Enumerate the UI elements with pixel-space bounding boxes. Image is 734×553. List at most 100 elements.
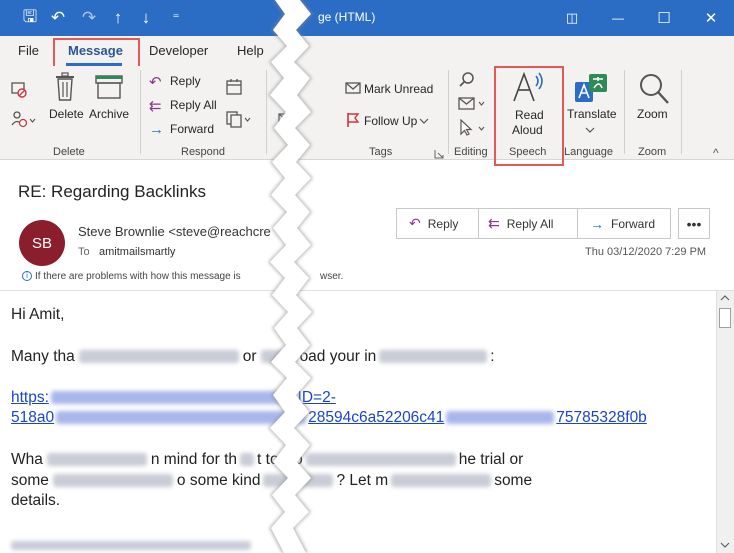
link-line-2[interactable]: 518a0 28594c6a52206c41 75785328f0b [11,409,647,427]
body-text-fragment: or [242,348,257,365]
avatar[interactable]: SB [19,220,65,266]
redo-icon[interactable]: ↷ [77,6,101,30]
up-arrow-icon[interactable]: ↑ [106,6,130,30]
tab-file[interactable]: File [18,43,39,58]
restore-ribbon-icon[interactable]: ◫ [549,0,595,36]
minimize-icon[interactable]: — [595,0,641,36]
reply-action-button[interactable]: ↶ Reply [409,209,458,238]
zoom-group-label: Zoom [638,146,667,158]
follow-up-flag-icon[interactable] [345,112,361,128]
body-para-line-1: Wha n mind for th t to wo he trial or [11,451,523,469]
zoom-button[interactable]: Zoom [637,107,668,121]
follow-up-button[interactable]: Follow Up [364,114,417,128]
link-fragment[interactable]: https: [11,389,49,406]
redacted-text [11,541,251,551]
body-text-fragment: Wha [11,451,43,468]
tags-group-label: Tags [369,146,393,158]
maximize-icon[interactable]: ☐ [641,0,687,36]
group-separator [448,70,449,154]
body-text-fragment: he trial or [458,451,524,468]
body-line-2: Many tha or oad your in: [11,348,495,366]
more-respond-icon[interactable] [225,110,253,128]
translate-icon[interactable] [575,72,607,104]
title-bar: 🖫 ↶ ↷ ↑ ↓ ⁼ ge (HTML) ◫ — ☐ ✕ [0,0,734,36]
find-icon[interactable] [458,71,476,89]
language-group-label: Language [564,146,613,158]
quick-steps-icon[interactable] [278,113,292,125]
save-icon[interactable]: 🖫 [18,6,42,30]
down-arrow-icon[interactable]: ↓ [134,6,158,30]
mark-unread-button[interactable]: Mark Unread [364,82,433,96]
collapse-ribbon-icon[interactable]: ^ [713,146,719,160]
redacted-text [78,350,239,364]
body-text-fragment: t to wo [257,451,303,468]
scroll-thumb[interactable] [719,308,731,328]
reply-all-action-button[interactable]: ⇇ Reply All [488,209,553,238]
chevron-down-icon [585,127,595,133]
window-title: ge (HTML) [318,10,376,24]
group-separator [624,70,625,154]
link-line-1[interactable]: https: eID=2- [11,389,336,407]
reply-action-label: Reply [427,216,459,231]
speech-group-highlight [494,66,564,166]
to-label: To [78,246,90,258]
archive-icon[interactable] [95,74,123,100]
scroll-down-icon[interactable] [720,541,730,549]
reply-all-button[interactable]: Reply All [170,98,217,112]
redacted-link [446,411,555,425]
forward-button[interactable]: Forward [170,122,214,136]
reply-all-icon: ⇇ [488,215,500,231]
reply-button[interactable]: Reply [170,74,201,88]
body-para-line-2: some o some kind ? Let m some [11,472,532,490]
more-actions-button[interactable]: ••• [678,208,710,239]
translate-button[interactable]: Translate [567,107,617,121]
body-text-fragment: n mind for th [150,451,238,468]
body-text-fragment: Many tha [11,348,75,365]
tab-help[interactable]: Help [237,43,264,58]
scroll-up-icon[interactable] [720,294,730,302]
message-subject: RE: Regarding Backlinks [18,182,207,201]
archive-button[interactable]: Archive [89,107,129,121]
message-actions: ↶ Reply ⇇ Reply All → Forward [396,208,671,239]
related-icon[interactable] [458,96,488,112]
delete-group-label: Delete [53,146,85,158]
tab-developer[interactable]: Developer [149,43,208,58]
redacted-text [46,453,147,467]
close-icon[interactable]: ✕ [688,0,734,36]
meeting-icon[interactable] [225,78,243,96]
group-separator [681,70,682,154]
body-para-line-3: details. [11,492,61,509]
reply-all-action-label: Reply All [506,216,554,231]
header-divider [0,290,734,291]
link-fragment[interactable]: eID=2- [289,389,336,406]
chevron-down-icon [419,118,429,124]
forward-action-button[interactable]: → Forward [590,209,655,238]
customize-icon[interactable]: ⁼ [164,6,188,30]
redacted-text [52,474,173,488]
info-bar[interactable]: i If there are problems with how this mes… [22,271,343,282]
redacted-text [263,474,334,488]
sender-name[interactable]: Steve Brownlie <steve@reachcre [78,224,271,239]
link-fragment[interactable]: 28594c6a52206c41 [308,409,444,426]
select-icon[interactable] [458,119,488,137]
body-line-cut [11,533,251,551]
zoom-icon[interactable] [637,72,671,106]
link-fragment[interactable]: 75785328f0b [556,409,647,426]
delete-button[interactable]: Delete [49,107,84,121]
forward-action-label: Forward [611,216,656,231]
mark-unread-icon[interactable] [345,81,361,95]
delete-icon[interactable] [53,72,77,102]
dialog-launcher-icon[interactable] [434,149,444,159]
recipient-name[interactable]: amitmailsmartly [99,246,175,258]
undo-icon[interactable]: ↶ [46,6,70,30]
forward-icon: → [590,215,604,232]
junk-icon[interactable] [10,110,36,128]
info-text-part1: If there are problems with how this mess… [35,271,241,282]
redacted-text [391,474,492,488]
reply-all-icon: ⇇ [149,98,162,115]
body-text-fragment: oad your in [299,348,377,365]
action-separator [478,209,479,238]
ignore-icon[interactable] [10,80,28,98]
link-fragment[interactable]: 518a0 [11,409,54,426]
scrollbar[interactable] [716,291,734,553]
